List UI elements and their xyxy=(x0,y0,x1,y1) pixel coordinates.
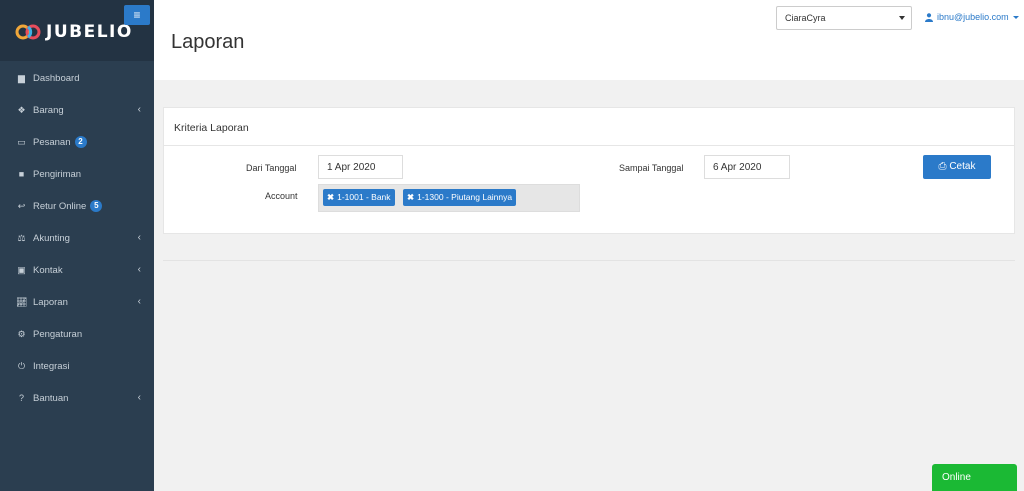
logo-icon xyxy=(15,24,41,40)
user-email: ibnu@jubelio.com xyxy=(937,12,1009,22)
brand-logo[interactable]: JUBELIO xyxy=(15,22,133,42)
hamburger-icon: ≡ xyxy=(133,8,141,22)
sidebar-item-laporan[interactable]: 📈︎ Laporan ‹ xyxy=(0,286,154,318)
sidebar-item-label: Pengaturan xyxy=(33,328,83,340)
brand-bar: JUBELIO ≡ xyxy=(0,0,154,61)
question-circle-icon: ? xyxy=(18,393,24,403)
user-menu[interactable]: ibnu@jubelio.com xyxy=(925,12,1019,22)
account-label: Account xyxy=(265,191,298,201)
user-icon xyxy=(925,12,933,22)
print-button-label: Cetak xyxy=(949,161,976,172)
sidebar: JUBELIO ≡ ▆ Dashboard ❖ Barang ‹ ▭ Pesan… xyxy=(0,0,154,491)
company-select-value: CiaraCyra xyxy=(785,13,826,23)
account-tag[interactable]: ✖ 1-1300 - Piutang Lainnya xyxy=(403,189,517,206)
online-status-label: Online xyxy=(942,472,971,483)
page-header: Laporan CiaraCyra ibnu@jubelio.com xyxy=(154,0,1024,80)
account-tag-label: 1-1001 - Bank xyxy=(337,192,391,202)
panel-heading: Kriteria Laporan xyxy=(164,108,1014,146)
caret-down-icon xyxy=(899,16,905,20)
online-status-button[interactable]: Online xyxy=(932,464,1017,491)
print-icon: ⎙ xyxy=(938,161,947,172)
reply-icon: ↩ xyxy=(17,200,26,211)
sidebar-item-akunting[interactable]: ⚖ Akunting ‹ xyxy=(0,222,154,254)
contact-card-icon: ▣ xyxy=(17,264,26,275)
caret-down-icon xyxy=(1012,15,1019,19)
sidebar-item-pengaturan[interactable]: ⚙ Pengaturan xyxy=(0,318,154,350)
sidebar-item-label: Pengiriman xyxy=(33,168,82,180)
brand-name: JUBELIO xyxy=(46,22,133,42)
sidebar-item-label: Integrasi xyxy=(33,360,70,372)
account-tag[interactable]: ✖ 1-1001 - Bank xyxy=(323,189,395,206)
sidebar-item-dashboard[interactable]: ▆ Dashboard xyxy=(0,62,154,94)
gears-icon: ⚙ xyxy=(17,328,26,339)
sidebar-item-label: Laporan xyxy=(33,296,68,308)
sidebar-item-label: Akunting xyxy=(33,232,70,244)
from-date-label: Dari Tanggal xyxy=(246,163,297,173)
page-title: Laporan xyxy=(171,31,245,53)
to-date-input[interactable]: 6 Apr 2020 xyxy=(704,155,790,179)
report-criteria-panel: Kriteria Laporan Dari Tanggal 1 Apr 2020… xyxy=(163,107,1015,234)
basket-icon: ▭ xyxy=(17,136,26,147)
sidebar-item-retur-online[interactable]: ↩ Retur Online 5 xyxy=(0,190,154,222)
remove-icon[interactable]: ✖ xyxy=(327,192,334,202)
sidebar-item-pesanan[interactable]: ▭ Pesanan 2 xyxy=(0,126,154,158)
sidebar-item-label: Pesanan xyxy=(33,136,71,148)
account-tag-label: 1-1300 - Piutang Lainnya xyxy=(417,192,513,202)
sidebar-item-label: Retur Online xyxy=(33,200,87,212)
to-date-label: Sampai Tanggal xyxy=(619,163,684,173)
balance-scale-icon: ⚖ xyxy=(17,232,26,243)
retur-count-badge: 5 xyxy=(90,200,103,212)
chevron-left-icon: ‹ xyxy=(137,392,141,403)
truck-icon: ■ xyxy=(18,169,25,179)
plug-icon: ⏻ xyxy=(17,360,26,371)
sidebar-item-label: Dashboard xyxy=(33,72,80,84)
content-divider xyxy=(163,260,1015,261)
chevron-left-icon: ‹ xyxy=(137,232,141,243)
sidebar-item-integrasi[interactable]: ⏻ Integrasi xyxy=(0,350,154,382)
dashboard-icon: ▆ xyxy=(18,72,25,83)
sidebar-item-bantuan[interactable]: ? Bantuan ‹ xyxy=(0,382,154,414)
line-chart-icon: 📈︎ xyxy=(16,296,28,307)
account-multiselect[interactable]: ✖ 1-1001 - Bank ✖ 1-1300 - Piutang Lainnya xyxy=(318,184,580,212)
chevron-left-icon: ‹ xyxy=(137,296,141,307)
cubes-icon: ❖ xyxy=(17,104,26,115)
chevron-left-icon: ‹ xyxy=(137,264,141,275)
sidebar-item-kontak[interactable]: ▣ Kontak ‹ xyxy=(0,254,154,286)
sidebar-item-label: Bantuan xyxy=(33,392,69,404)
sidebar-item-label: Barang xyxy=(33,104,64,116)
sidebar-item-pengiriman[interactable]: ■ Pengiriman xyxy=(0,158,154,190)
pesanan-count-badge: 2 xyxy=(74,136,87,148)
chevron-left-icon: ‹ xyxy=(137,104,141,115)
from-date-input[interactable]: 1 Apr 2020 xyxy=(318,155,403,179)
sidebar-item-barang[interactable]: ❖ Barang ‹ xyxy=(0,94,154,126)
menu-toggle-button[interactable]: ≡ xyxy=(124,5,150,25)
company-select[interactable]: CiaraCyra xyxy=(776,6,912,30)
sidebar-item-label: Kontak xyxy=(33,264,63,276)
remove-icon[interactable]: ✖ xyxy=(407,192,414,202)
sidebar-menu: ▆ Dashboard ❖ Barang ‹ ▭ Pesanan 2 ■ Pen… xyxy=(0,62,154,414)
print-button[interactable]: ⎙ Cetak xyxy=(923,155,991,179)
